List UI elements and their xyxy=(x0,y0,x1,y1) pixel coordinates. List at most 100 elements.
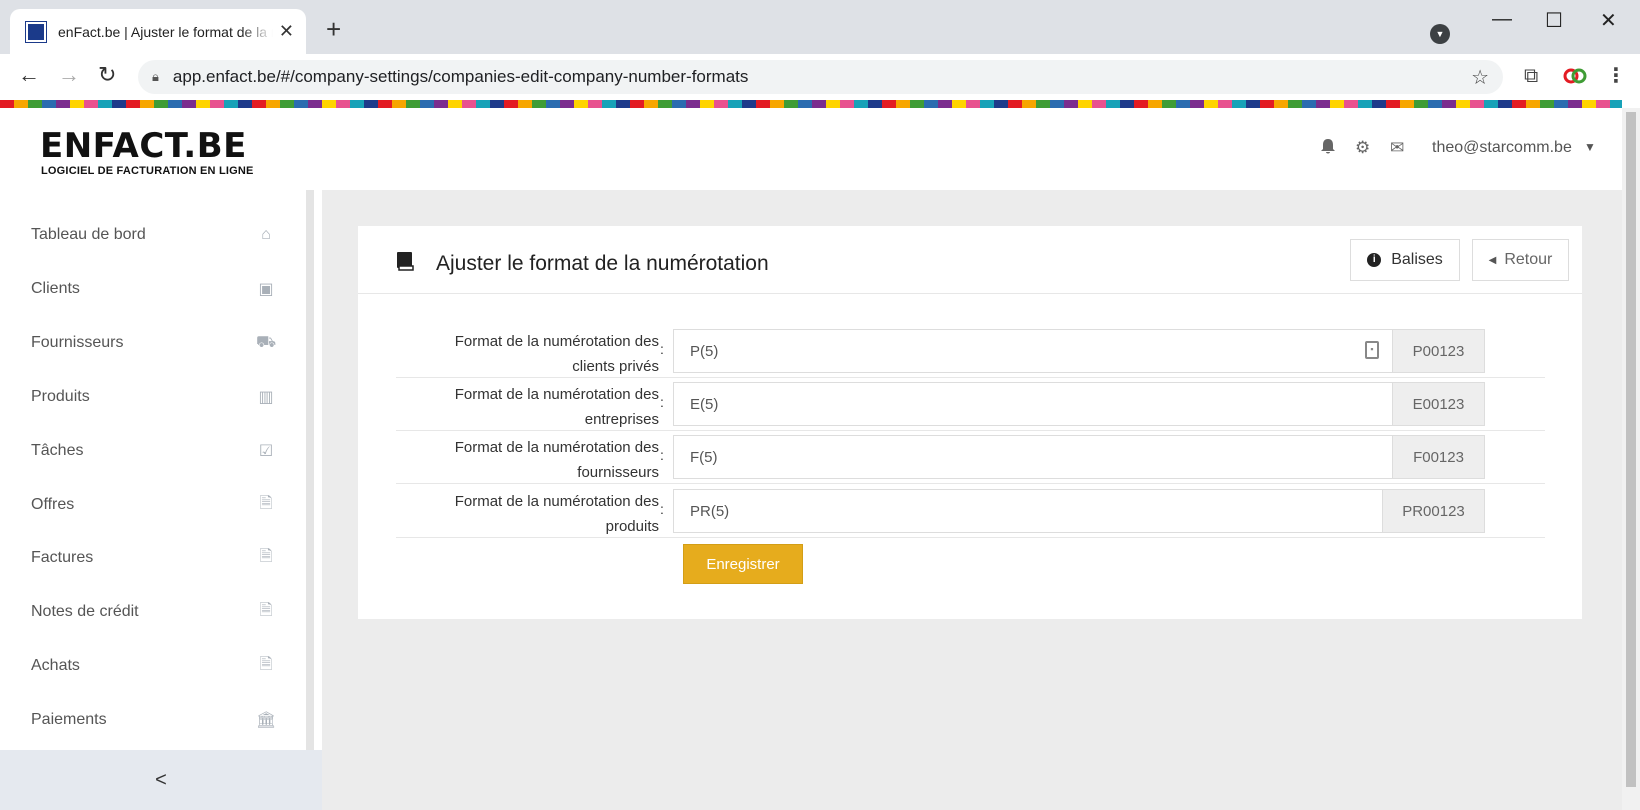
field-label: Format de la numérotation des clients pr… xyxy=(396,329,659,379)
menu-kebab-icon[interactable]: ⋮ xyxy=(1606,66,1626,86)
pdf-file-icon: 🗎︎ xyxy=(259,601,273,619)
sidebar-item-label: Offres xyxy=(31,496,75,513)
browser-toolbar: ← → ↻ 🔒︎ app.enfact.be/#/company-setting… xyxy=(0,54,1640,100)
label-colon: : xyxy=(660,394,664,410)
book-icon xyxy=(396,251,414,277)
new-tab-button[interactable]: + xyxy=(326,16,341,42)
field-label-line: Format de la numérotation des xyxy=(454,333,659,350)
gears-icon[interactable]: ⚙ xyxy=(1355,138,1370,158)
rainbow-stripe xyxy=(0,100,1622,108)
sidebar-collapse-button[interactable]: < xyxy=(0,750,322,810)
back-icon[interactable]: ← xyxy=(18,64,40,86)
format-preview: E00123 xyxy=(1392,382,1485,426)
format-preview: P00123 xyxy=(1392,329,1485,373)
barcode-icon: ▥ xyxy=(258,389,274,406)
sidebar-item-dashboard[interactable]: Tableau de bord ⌂ xyxy=(0,215,306,255)
field-label-line: Format de la numérotation des xyxy=(454,386,659,403)
app-header: ENFACT.BE LOGICIEL DE FACTURATION EN LIG… xyxy=(0,108,1622,190)
sidebar-item-label: Tâches xyxy=(31,442,84,459)
close-window-icon[interactable]: ✕ xyxy=(1600,8,1617,33)
pdf-file-icon: 🗎︎ xyxy=(259,494,273,512)
minimize-icon[interactable]: — xyxy=(1492,8,1512,31)
sidebar-item-label: Notes de crédit xyxy=(31,603,139,620)
products-format-input[interactable]: PR(5) xyxy=(673,489,1382,533)
label-colon: : xyxy=(660,447,664,463)
contact-card-icon[interactable]: ▪ xyxy=(1365,341,1379,359)
format-preview: PR00123 xyxy=(1382,489,1485,533)
input-group: P(5) ▪ P00123 xyxy=(673,329,1485,373)
suppliers-format-input[interactable]: F(5) xyxy=(673,435,1392,479)
bank-icon: 🏛︎ xyxy=(256,712,277,729)
pdf-file-icon: 🗎︎ xyxy=(259,547,273,565)
envelope-icon[interactable]: ✉ xyxy=(1390,138,1404,158)
lock-icon: 🔒︎ xyxy=(152,69,159,84)
sidebar-item-invoices[interactable]: Factures 🗎︎ xyxy=(0,538,306,578)
private-clients-format-input[interactable]: P(5) xyxy=(673,329,1392,373)
sidebar-item-label: Produits xyxy=(31,388,90,405)
format-preview: F00123 xyxy=(1392,435,1485,479)
logo-subtitle: LOGICIEL DE FACTURATION EN LIGNE xyxy=(41,165,254,177)
address-bar[interactable]: 🔒︎ app.enfact.be/#/company-settings/comp… xyxy=(138,60,1503,94)
sidebar-item-offers[interactable]: Offres 🗎︎ xyxy=(0,485,306,525)
sidebar-item-label: Paiements xyxy=(31,711,107,728)
companies-format-input[interactable]: E(5) xyxy=(673,382,1392,426)
field-label: Format de la numérotation des produits xyxy=(396,489,659,539)
field-label-line: entreprises xyxy=(584,411,659,428)
label-colon: : xyxy=(660,501,664,517)
input-group: PR(5) PR00123 xyxy=(673,489,1485,533)
back-button[interactable]: ◀ Retour xyxy=(1472,239,1569,281)
chevron-down-icon[interactable]: ▼ xyxy=(1584,140,1596,154)
sidebar-item-clients[interactable]: Clients ▣ xyxy=(0,269,306,309)
sidebar-item-label: Tableau de bord xyxy=(31,226,146,243)
form-row-suppliers: Format de la numérotation des fournisseu… xyxy=(396,431,1545,484)
forward-icon[interactable]: → xyxy=(58,64,80,86)
bell-icon[interactable] xyxy=(1320,138,1336,160)
field-label: Format de la numérotation des fournisseu… xyxy=(396,435,659,485)
sidebar-item-label: Clients xyxy=(31,280,80,297)
label-colon: : xyxy=(660,341,664,357)
card-header: Ajuster le format de la numérotation i B… xyxy=(358,226,1582,294)
bookmark-star-icon[interactable]: ☆ xyxy=(1471,65,1489,90)
sidebar-item-payments[interactable]: Paiements 🏛︎ xyxy=(0,700,306,740)
sidebar-item-label: Fournisseurs xyxy=(31,334,124,351)
logo-title[interactable]: ENFACT.BE xyxy=(40,126,247,166)
pdf-file-icon: 🗎︎ xyxy=(259,655,273,673)
sidebar-item-suppliers[interactable]: Fournisseurs ⛟ xyxy=(0,323,306,363)
sidebar-item-purchases[interactable]: Achats 🗎︎ xyxy=(0,646,306,686)
sidebar-item-products[interactable]: Produits ▥ xyxy=(0,377,306,417)
page-title: Ajuster le format de la numérotation xyxy=(436,252,769,275)
sidebar: Tableau de bord ⌂ Clients ▣ Fournisseurs… xyxy=(0,190,314,810)
home-icon: ⌂ xyxy=(261,226,271,243)
tab-close-icon[interactable]: ✕ xyxy=(279,21,294,42)
field-label-line: Format de la numérotation des xyxy=(454,439,659,456)
form-row-private-clients: Format de la numérotation des clients pr… xyxy=(396,325,1545,378)
tab-search-icon[interactable]: ▼ xyxy=(1430,24,1450,44)
save-button[interactable]: Enregistrer xyxy=(683,544,803,584)
caret-left-icon: ◀ xyxy=(1488,254,1497,266)
field-label-line: fournisseurs xyxy=(577,464,659,481)
sidebar-item-tasks[interactable]: Tâches ☑ xyxy=(0,431,306,471)
scrollbar-thumb[interactable] xyxy=(1626,112,1636,787)
url-text: app.enfact.be/#/company-settings/compani… xyxy=(172,67,749,86)
info-icon: i xyxy=(1367,253,1382,267)
extension-sync-icon[interactable] xyxy=(1563,66,1587,86)
sidebar-item-label: Factures xyxy=(31,549,94,566)
input-group: F(5) F00123 xyxy=(673,435,1485,479)
truck-icon: ⛟ xyxy=(256,334,277,351)
user-email-menu[interactable]: theo@starcomm.be xyxy=(1432,139,1572,157)
browser-tab-bar: enFact.be | Ajuster le format de la numé… xyxy=(0,0,1640,54)
input-group: E(5) E00123 xyxy=(673,382,1485,426)
sidebar-item-credit-notes[interactable]: Notes de crédit 🗎︎ xyxy=(0,592,306,632)
tags-button-label: Balises xyxy=(1391,251,1443,268)
field-label-line: clients privés xyxy=(572,358,659,375)
extensions-icon[interactable]: ⧉ xyxy=(1524,66,1538,86)
favicon-icon xyxy=(25,20,47,43)
clipboard-check-icon: ☑ xyxy=(258,443,274,460)
reload-icon[interactable]: ↻ xyxy=(98,64,116,86)
maximize-icon[interactable]: ☐ xyxy=(1545,8,1563,33)
browser-tab[interactable]: enFact.be | Ajuster le format de la numé… xyxy=(10,9,306,54)
tags-button[interactable]: i Balises xyxy=(1350,239,1460,281)
field-label-line: produits xyxy=(605,518,659,535)
form-row-products: Format de la numérotation des produits :… xyxy=(396,485,1545,538)
sidebar-item-label: Achats xyxy=(31,657,80,674)
